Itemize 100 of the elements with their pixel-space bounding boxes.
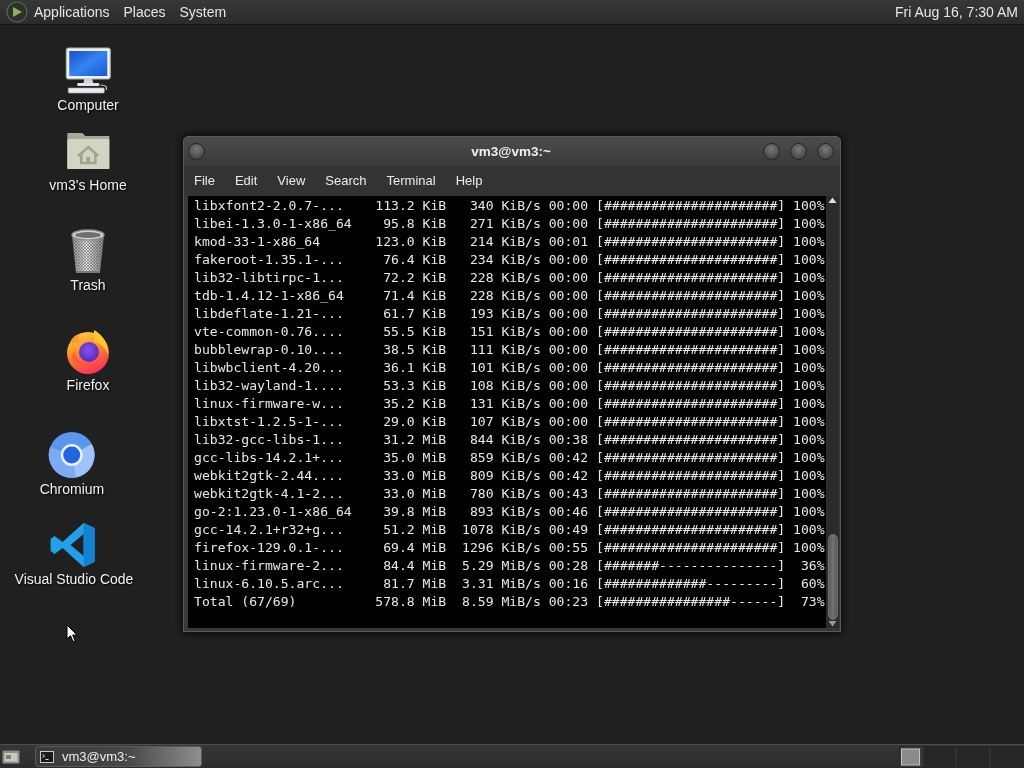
window-title: vm3@vm3:~: [471, 144, 551, 159]
size-text: 95.8 KiB: [383, 216, 447, 231]
desktop-shortcut[interactable]: Firefox: [62, 327, 114, 393]
percent-text: 100%: [793, 198, 825, 213]
entry-name: linux-firmware-w...: [194, 396, 344, 411]
mouse-pointer-icon: [66, 624, 78, 643]
rate-text: 5.29 MiB/s: [462, 558, 541, 573]
entry-name: Total (67/69): [194, 594, 297, 609]
entry-name: webkit2gtk-2.44....: [194, 468, 344, 483]
eta-text: 00:16: [548, 576, 589, 591]
rate-text: 111 KiB/s: [469, 342, 541, 357]
eta-text: 00:00: [548, 342, 589, 357]
rate-text: 859 KiB/s: [469, 450, 541, 465]
eta-text: 00:00: [548, 198, 589, 213]
percent-text: 100%: [793, 306, 825, 321]
percent-text: 100%: [793, 342, 825, 357]
eta-text: 00:00: [548, 396, 589, 411]
eta-text: 00:01: [548, 234, 589, 249]
size-text: 51.2 MiB: [383, 522, 447, 537]
entry-name: libwbclient-4.20...: [194, 360, 344, 375]
monitor-icon: [64, 47, 112, 95]
size-text: 33.0 MiB: [383, 468, 447, 483]
size-text: 84.4 MiB: [383, 558, 447, 573]
percent-text: 100%: [793, 234, 825, 249]
rate-text: 234 KiB/s: [469, 252, 541, 267]
progress-hashes: [######################]: [596, 360, 786, 375]
window-control-button[interactable]: [817, 143, 834, 160]
entry-name: lib32-libtirpc-1...: [194, 270, 344, 285]
eta-text: 00:23: [548, 594, 589, 609]
percent-text: 100%: [793, 216, 825, 231]
eta-text: 00:00: [548, 270, 589, 285]
panel-menu[interactable]: Applications: [28, 1, 116, 23]
menu-item[interactable]: Search: [315, 167, 377, 194]
percent-text: 100%: [793, 450, 825, 465]
desktop-shortcut[interactable]: vm3's Home: [47, 127, 129, 193]
progress-hashes: [######################]: [596, 198, 786, 213]
panel-menu[interactable]: System: [173, 1, 233, 23]
eta-text: 00:00: [548, 324, 589, 339]
scrollbar-thumb[interactable]: [827, 534, 838, 620]
window-control-button[interactable]: [763, 143, 780, 160]
entry-name: lib32-wayland-1....: [194, 378, 344, 393]
desktop-shortcut[interactable]: Chromium: [37, 431, 107, 497]
desktop-shortcut[interactable]: Computer: [55, 47, 121, 113]
size-text: 35.2 KiB: [383, 396, 447, 411]
workspace-switcher[interactable]: [899, 745, 1024, 768]
eta-text: 00:00: [548, 306, 589, 321]
progress-hashes: [######################]: [596, 540, 786, 555]
terminal-icon: [40, 750, 54, 763]
progress-hashes: [######################]: [596, 396, 786, 411]
percent-text: 100%: [793, 540, 825, 555]
size-text: 38.5 KiB: [383, 342, 447, 357]
percent-text: 100%: [793, 504, 825, 519]
progress-hashes: [######################]: [596, 378, 786, 393]
rate-text: 193 KiB/s: [469, 306, 541, 321]
rate-text: 107 KiB/s: [469, 414, 541, 429]
entry-name: gcc-14.2.1+r32+g...: [194, 522, 344, 537]
entry-name: libxfont2-2.0.7-...: [194, 198, 344, 213]
percent-text: 100%: [793, 270, 825, 285]
entry-name: libxtst-1.2.5-1-...: [194, 414, 344, 429]
rate-text: 108 KiB/s: [469, 378, 541, 393]
percent-text: 100%: [793, 468, 825, 483]
size-text: 36.1 KiB: [383, 360, 447, 375]
desktop-shortcut[interactable]: Visual Studio Code: [12, 521, 136, 587]
eta-text: 00:55: [548, 540, 589, 555]
clock[interactable]: Fri Aug 16, 7:30 AM: [893, 1, 1020, 23]
rate-text: 809 KiB/s: [469, 468, 541, 483]
rate-text: 214 KiB/s: [469, 234, 541, 249]
desktop-shortcut[interactable]: Trash: [62, 227, 114, 293]
size-text: 578.8 MiB: [375, 594, 447, 609]
play-circle-icon[interactable]: [6, 1, 28, 23]
taskbar-button[interactable]: vm3@vm3:~: [35, 746, 202, 767]
entry-name: libdeflate-1.21-...: [194, 306, 344, 321]
size-text: 53.3 KiB: [383, 378, 447, 393]
menu-item[interactable]: Help: [445, 167, 493, 194]
size-text: 29.0 KiB: [383, 414, 447, 429]
progress-hashes: [######################]: [596, 450, 786, 465]
window-control-button[interactable]: [790, 143, 807, 160]
progress-hashes: [######################]: [596, 234, 786, 249]
menu-item[interactable]: View: [267, 167, 316, 194]
menu-item[interactable]: Edit: [224, 167, 268, 194]
rate-text: 228 KiB/s: [469, 270, 541, 285]
percent-text: 73%: [800, 594, 825, 609]
fox-globe-icon: [64, 327, 112, 375]
size-text: 35.0 MiB: [383, 450, 447, 465]
progress-hashes: [######################]: [596, 324, 786, 339]
size-text: 69.4 MiB: [383, 540, 447, 555]
progress-hashes: [######################]: [596, 270, 786, 285]
size-text: 55.5 KiB: [383, 324, 447, 339]
rate-text: 131 KiB/s: [469, 396, 541, 411]
rate-text: 1078 KiB/s: [462, 522, 541, 537]
ring-logo-icon: [48, 431, 96, 479]
panel-menu[interactable]: Places: [117, 1, 172, 23]
scroll-down-arrow-icon[interactable]: [828, 620, 837, 628]
eta-text: 00:00: [548, 360, 589, 375]
scroll-up-arrow-icon[interactable]: [828, 196, 837, 205]
window-menu-button[interactable]: [188, 143, 205, 160]
rate-text: 8.59 MiB/s: [462, 594, 541, 609]
menu-item[interactable]: Terminal: [376, 167, 446, 194]
progress-hashes: [######################]: [596, 468, 786, 483]
menu-item[interactable]: File: [184, 167, 225, 194]
